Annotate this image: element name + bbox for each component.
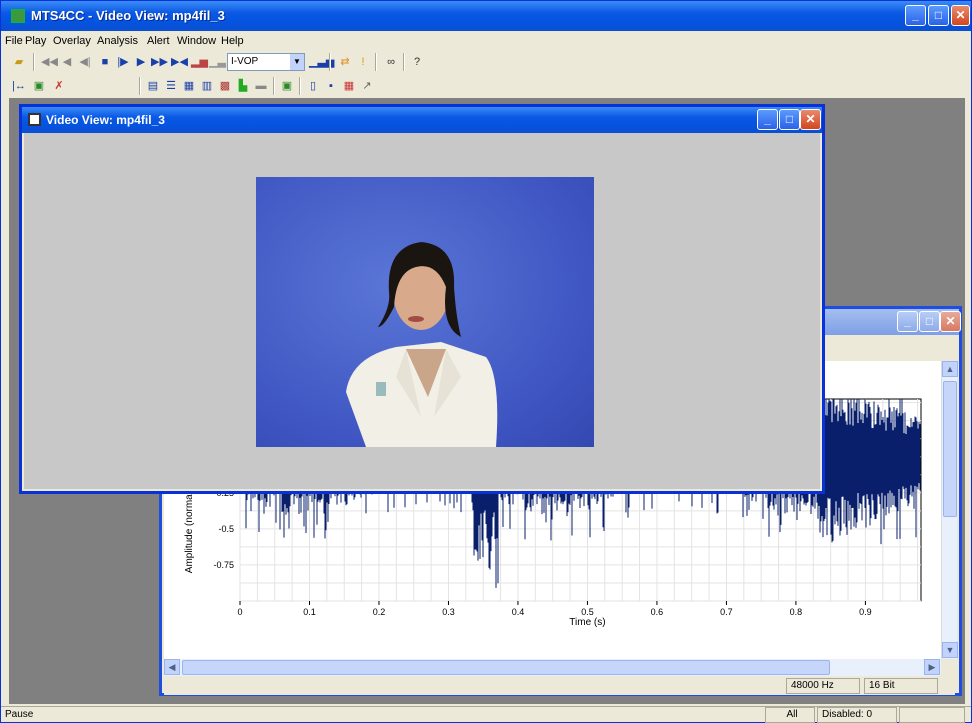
x-tick-label: 0.4 [512, 607, 525, 617]
vertical-scroll-thumb[interactable] [943, 381, 957, 517]
app-title: MTS4CC - Video View: mp4fil_3 [31, 8, 225, 23]
goto-icon[interactable]: |↔ [11, 78, 27, 94]
video-close-button[interactable]: ✕ [800, 109, 821, 130]
app-statusbar: Pause All Disabled: 0 [1, 706, 971, 723]
bitrate-disabled-icon[interactable]: ▁▃ [209, 54, 226, 70]
film-icon [28, 113, 41, 126]
graph-icon[interactable]: ▁▃▅ [309, 54, 334, 70]
toolbar-playback: ▰ ◀◀ ◀ ◀| ■ |▶ ▶ ▶▶ ▶◀ ▂▅ ▁▃ I-VOP ▼ ▁▃▅… [9, 50, 969, 74]
link-icon[interactable]: ∞ [383, 54, 399, 70]
toolbar-views: |↔ ▣ ✗ ▤ ☰ ▦ ▥ ▩ ▙ ▬ ▣ ▯ ▪ ▦ ↗ [9, 74, 969, 98]
alert-icon[interactable]: ! [355, 54, 371, 70]
application-window: MTS4CC - Video View: mp4fil_3 _ □ ✕ File… [0, 0, 972, 723]
mark-icon[interactable]: ✗ [51, 78, 67, 94]
stop-icon[interactable]: ■ [97, 54, 113, 70]
video-window-titlebar[interactable]: Video View: mp4fil_3 _ □ ✕ [22, 107, 822, 133]
swap-icon[interactable]: ⇄ [337, 54, 353, 70]
x-tick-label: 0.2 [373, 607, 386, 617]
table-view-icon[interactable]: ☰ [163, 78, 179, 94]
disabled-pane: Disabled: 0 [817, 707, 897, 723]
scroll-right-icon[interactable]: ▶ [924, 659, 940, 675]
video-view-icon[interactable]: ▤ [145, 78, 161, 94]
x-tick-label: 0 [237, 607, 242, 617]
video-view-window: Video View: mp4fil_3 _ □ ✕ [19, 104, 825, 494]
audio-maximize-button[interactable]: □ [919, 311, 940, 332]
x-tick-label: 0.5 [581, 607, 594, 617]
popout-icon[interactable]: ↗ [359, 78, 375, 94]
menu-overlay[interactable]: Overlay [53, 35, 91, 47]
frame-type-select[interactable]: I-VOP ▼ [227, 53, 305, 71]
y-tick-label: -0.75 [213, 560, 234, 570]
open-folder-icon[interactable]: ▰ [11, 54, 27, 70]
menubar: File Play Overlay Analysis Alert Window … [1, 32, 971, 50]
scroll-down-icon[interactable]: ▼ [942, 642, 958, 658]
x-tick-label: 0.3 [442, 607, 455, 617]
app-icon [11, 9, 25, 23]
audio-statusbar: 48000 Hz 16 Bit [164, 677, 955, 695]
heatmap-icon[interactable]: ▦ [341, 78, 357, 94]
close-button[interactable]: ✕ [951, 5, 970, 26]
vertical-scrollbar[interactable]: ▲ ▼ [941, 361, 958, 659]
frame-type-value: I-VOP [231, 56, 259, 67]
video-maximize-button[interactable]: □ [779, 109, 800, 130]
compare-icon[interactable]: ▬ [253, 78, 269, 94]
maximize-button[interactable]: □ [928, 5, 949, 26]
x-tick-label: 0.6 [651, 607, 664, 617]
y-axis-label: Amplitude (normalis [184, 485, 195, 573]
step-back-icon[interactable]: ◀ [59, 54, 75, 70]
overlay-icon[interactable]: ▪ [323, 78, 339, 94]
sample-rate-pane: 48000 Hz [786, 678, 860, 694]
video-window-title: Video View: mp4fil_3 [46, 113, 165, 127]
end-icon[interactable]: ▶◀ [171, 54, 188, 70]
stats-icon[interactable]: ▯ [305, 78, 321, 94]
frame-back-icon[interactable]: ◀| [77, 54, 93, 70]
snapshot-icon[interactable]: ▣ [279, 78, 295, 94]
x-tick-label: 0.1 [303, 607, 316, 617]
app-titlebar[interactable]: MTS4CC - Video View: mp4fil_3 _ □ ✕ [1, 1, 971, 31]
menu-analysis[interactable]: Analysis [97, 35, 138, 47]
help-icon[interactable]: ? [409, 54, 425, 70]
status-text: Pause [5, 709, 34, 720]
minimize-button[interactable]: _ [905, 5, 926, 26]
rewind-start-icon[interactable]: ◀◀ [41, 54, 58, 70]
export-icon[interactable]: ▣ [31, 78, 47, 94]
menu-alert[interactable]: Alert [147, 35, 170, 47]
x-axis-label: Time (s) [569, 617, 605, 628]
video-minimize-button[interactable]: _ [757, 109, 778, 130]
scroll-left-icon[interactable]: ◀ [164, 659, 180, 675]
horizontal-scrollbar[interactable]: ◀ ▶ [164, 659, 941, 676]
empty-pane [899, 707, 965, 723]
bitrate-icon[interactable]: ▂▅ [191, 54, 208, 70]
macroblock-icon[interactable]: ▩ [217, 78, 233, 94]
audio-minimize-button[interactable]: _ [897, 311, 918, 332]
fast-forward-icon[interactable]: ▶▶ [151, 54, 168, 70]
all-pane: All [765, 707, 815, 723]
menu-play[interactable]: Play [25, 35, 46, 47]
video-canvas [24, 133, 820, 489]
horizontal-scroll-thumb[interactable] [182, 660, 830, 675]
menu-file[interactable]: File [5, 35, 23, 47]
menu-help[interactable]: Help [221, 35, 244, 47]
y-tick-label: -0.5 [218, 524, 234, 534]
chevron-down-icon[interactable]: ▼ [290, 54, 304, 70]
frame-forward-icon[interactable]: |▶ [115, 54, 131, 70]
play-icon[interactable]: ▶ [133, 54, 149, 70]
frame-view-icon[interactable]: ▥ [199, 78, 215, 94]
grid-view-icon[interactable]: ▦ [181, 78, 197, 94]
x-tick-label: 0.8 [790, 607, 803, 617]
audio-close-button[interactable]: ✕ [940, 311, 961, 332]
bit-depth-pane: 16 Bit [864, 678, 938, 694]
presenter-image [346, 242, 498, 447]
x-tick-label: 0.7 [720, 607, 733, 617]
scroll-up-icon[interactable]: ▲ [942, 361, 958, 377]
chart-icon[interactable]: ▙ [235, 78, 251, 94]
menu-window[interactable]: Window [177, 35, 216, 47]
video-frame[interactable] [256, 177, 594, 447]
x-tick-label: 0.9 [859, 607, 872, 617]
